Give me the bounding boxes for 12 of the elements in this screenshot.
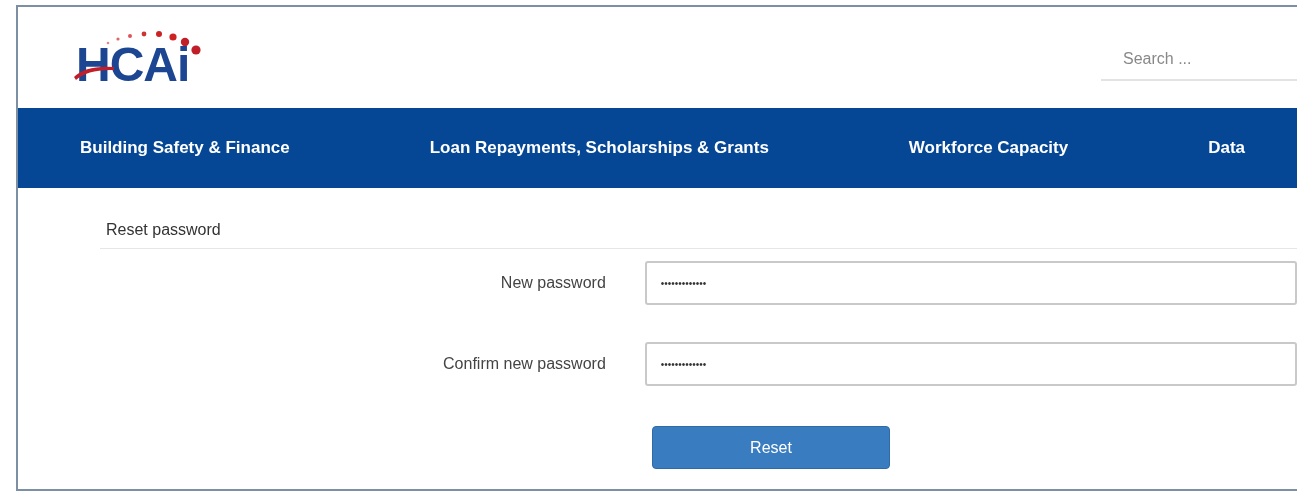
field-label: New password xyxy=(499,273,606,293)
nav-link[interactable]: Building Safety & Finance xyxy=(80,135,290,161)
reset-button[interactable]: Reset xyxy=(652,426,890,469)
password-field[interactable]: ••••••••••••• xyxy=(644,261,1297,305)
logo[interactable]: HCAi xyxy=(76,41,190,89)
field-label: Confirm new password xyxy=(442,354,606,374)
nav-link[interactable]: Loan Repayments, Scholarships & Grants xyxy=(429,135,769,161)
password-field[interactable]: ••••••••••••• xyxy=(644,342,1297,386)
nav-link[interactable]: Data xyxy=(1208,135,1246,161)
nav-link[interactable]: Workforce Capacity xyxy=(908,135,1069,161)
search-field[interactable]: Search ... xyxy=(1101,39,1297,79)
form-title: Reset password xyxy=(106,221,221,238)
